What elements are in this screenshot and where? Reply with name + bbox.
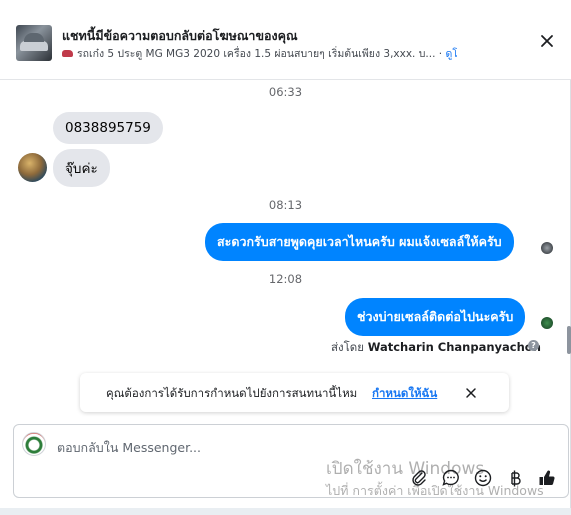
- header-title: แชทนี้มีข้อความตอบกลับต่อโฆษณาของคุณ: [62, 28, 298, 43]
- outgoing-message[interactable]: ช่วงบ่ายเซลล์ติดต่อไปนะครับ: [345, 298, 526, 336]
- incoming-message[interactable]: 0838895759: [53, 112, 163, 144]
- chat-header: แชทนี้มีข้อความตอบกลับต่อโฆษณาของคุณ รถเ…: [0, 0, 571, 80]
- notice-text: คุณต้องการได้รับการกำหนดไปยังการสนทนานี้…: [106, 386, 358, 400]
- scrollbar-track[interactable]: [566, 82, 571, 422]
- sent-by-prefix: ส่งโดย: [331, 340, 365, 354]
- baht-icon[interactable]: [504, 467, 526, 489]
- timestamp: 08:13: [268, 198, 303, 212]
- seen-avatar: [541, 242, 553, 254]
- page-avatar: [22, 432, 46, 456]
- window-bottom-strip: [0, 508, 571, 515]
- seen-avatar: [541, 317, 553, 329]
- close-icon[interactable]: [537, 31, 557, 51]
- chat-bubble-icon[interactable]: [440, 467, 462, 489]
- conversation-panel: แชทนี้มีข้อความตอบกลับต่อโฆษณาของคุณ รถเ…: [0, 0, 571, 510]
- outgoing-message[interactable]: สะดวกรับสายพูดคุยเวลาไหนครับ ผมแจ้งเซลล์…: [205, 223, 514, 261]
- sender-avatar[interactable]: [18, 153, 47, 182]
- timestamp: 06:33: [268, 85, 303, 99]
- thumbs-up-icon[interactable]: [536, 467, 558, 489]
- separator: ·: [435, 48, 446, 60]
- emoji-icon[interactable]: [472, 467, 494, 489]
- sent-by-label: ส่งโดย Watcharin Chanpanyachon: [331, 339, 541, 357]
- sender-name: Watcharin Chanpanyachon: [367, 340, 541, 354]
- header-subtitle: รถเก๋ง 5 ประตู MG MG3 2020 เครื่อง 1.5 ผ…: [62, 45, 457, 62]
- view-ad-link[interactable]: ดูโฆษณา: [445, 48, 457, 60]
- assign-to-me-link[interactable]: กำหนดให้ฉัน: [372, 385, 437, 403]
- scrollbar-thumb[interactable]: [567, 326, 571, 354]
- incoming-message[interactable]: จุ๊บค่ะ: [53, 149, 110, 187]
- paperclip-icon[interactable]: [408, 467, 430, 489]
- info-icon[interactable]: ?: [528, 340, 539, 351]
- timestamp: 12:08: [268, 272, 303, 286]
- reply-input[interactable]: ตอบกลับใน Messenger...: [57, 438, 201, 458]
- car-icon: [62, 50, 73, 57]
- notice-close-icon[interactable]: [463, 385, 479, 401]
- ad-description: รถเก๋ง 5 ประตู MG MG3 2020 เครื่อง 1.5 ผ…: [77, 48, 436, 60]
- assignment-notice: คุณต้องการได้รับการกำหนดไปยังการสนทนานี้…: [80, 373, 509, 412]
- ad-thumbnail[interactable]: [16, 25, 52, 61]
